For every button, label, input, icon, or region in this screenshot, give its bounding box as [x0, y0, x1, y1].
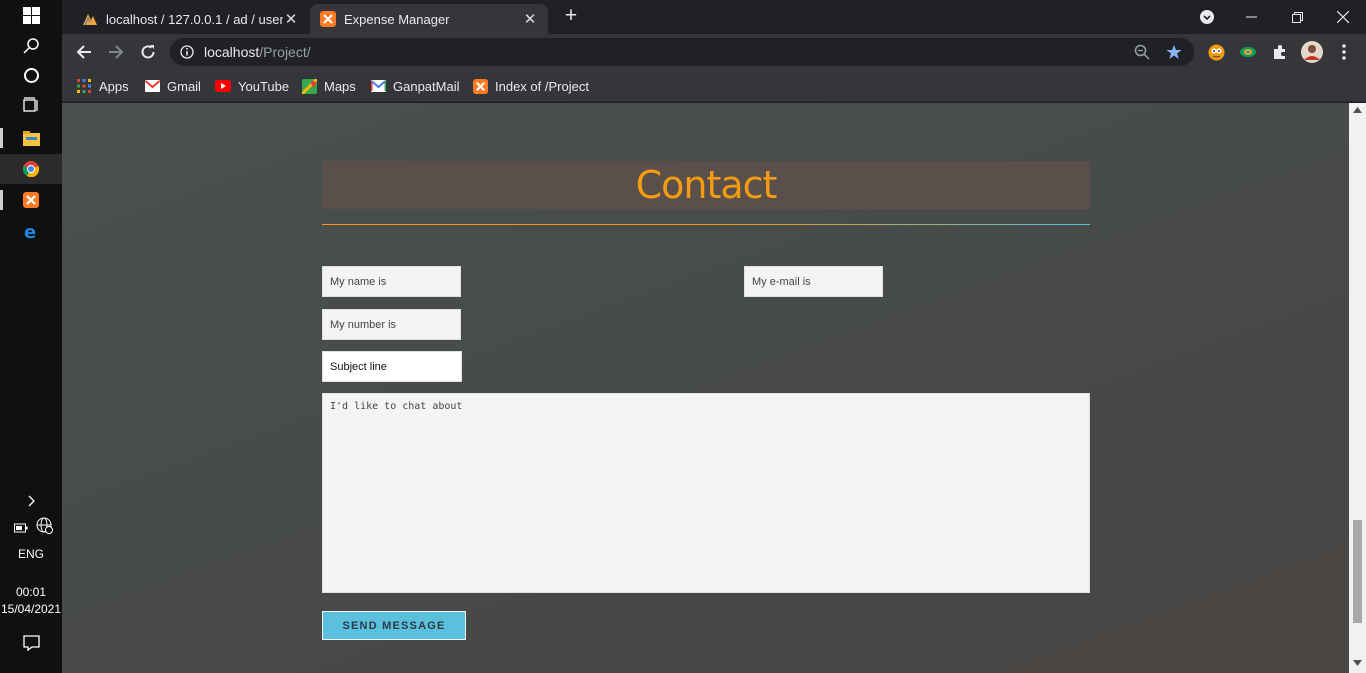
extension-colorful-icon[interactable] — [1238, 42, 1258, 62]
network-globe-icon[interactable] — [36, 517, 53, 539]
contact-header: Contact — [322, 161, 1090, 209]
bookmarks-bar: Apps Gmail YouTube Maps GanpatMail Index… — [62, 70, 1366, 102]
windows-start-icon[interactable] — [0, 0, 62, 30]
close-window-button[interactable] — [1320, 0, 1366, 34]
apps-grid-icon — [76, 78, 92, 94]
url-host: localhost — [204, 44, 260, 60]
close-icon[interactable]: ✕ — [283, 10, 299, 28]
clock-date[interactable]: 15/04/2021 — [0, 602, 62, 616]
task-view-icon[interactable] — [0, 90, 62, 120]
forward-button[interactable] — [104, 40, 128, 64]
subject-input[interactable]: Subject line — [322, 351, 462, 382]
phpmyadmin-icon — [83, 14, 97, 26]
info-icon[interactable] — [180, 45, 194, 59]
search-icon[interactable] — [0, 30, 62, 60]
xampp-icon — [472, 78, 488, 94]
page-viewport: Contact My name is My e-mail is My numbe… — [62, 103, 1349, 673]
bookmark-label: YouTube — [238, 78, 290, 94]
restore-button[interactable] — [1274, 0, 1320, 34]
scroll-up-arrow-icon[interactable] — [1353, 107, 1362, 113]
extensions-puzzle-icon[interactable] — [1270, 42, 1290, 62]
gmail-icon — [144, 78, 160, 94]
bookmark-index-project[interactable]: Index of /Project — [472, 77, 589, 95]
name-input[interactable]: My name is — [322, 266, 461, 297]
minimize-button[interactable] — [1228, 0, 1274, 34]
back-button[interactable] — [72, 40, 96, 64]
tab-phpmyadmin[interactable]: localhost / 127.0.0.1 / ad / user_l ✕ — [72, 4, 309, 34]
tab-expense-manager[interactable]: Expense Manager ✕ — [310, 4, 548, 34]
battery-icon[interactable] — [14, 520, 28, 538]
page-scrollbar[interactable] — [1349, 103, 1366, 673]
bookmark-label: Gmail — [167, 78, 201, 94]
action-center-icon[interactable] — [0, 628, 62, 658]
bookmark-apps[interactable]: Apps — [76, 77, 129, 95]
input-language[interactable]: ENG — [0, 547, 62, 561]
xampp-icon[interactable] — [0, 185, 62, 215]
page-title: Contact — [635, 163, 778, 207]
svg-text:e: e — [24, 223, 36, 240]
gmail-icon — [370, 78, 386, 94]
cortana-icon[interactable] — [0, 60, 62, 90]
edge-icon[interactable]: e — [0, 216, 62, 246]
url-text: localhost/Project/ — [204, 44, 311, 60]
scroll-down-arrow-icon[interactable] — [1353, 660, 1362, 666]
bookmark-ganpatmail[interactable]: GanpatMail — [370, 77, 459, 95]
zoom-out-icon[interactable] — [1134, 44, 1150, 60]
bookmark-label: Maps — [324, 78, 356, 94]
chevron-right-icon[interactable] — [0, 486, 62, 516]
close-icon[interactable]: ✕ — [522, 10, 538, 28]
header-divider — [322, 224, 1090, 225]
clock-time[interactable]: 00:01 — [0, 585, 62, 599]
xampp-icon — [320, 11, 336, 27]
message-textarea[interactable]: I'd like to chat about — [322, 393, 1090, 593]
extension-cartoon-icon[interactable] — [1206, 42, 1226, 62]
tab-title: Expense Manager — [344, 11, 450, 27]
maps-icon — [301, 78, 317, 94]
bookmark-label: Apps — [99, 78, 129, 94]
tab-search-icon[interactable] — [1184, 0, 1230, 34]
bookmark-gmail[interactable]: Gmail — [144, 77, 201, 95]
bookmark-label: Index of /Project — [495, 78, 589, 94]
bookmark-youtube[interactable]: YouTube — [215, 77, 289, 95]
menu-kebab-icon[interactable] — [1334, 42, 1354, 62]
new-tab-button[interactable]: + — [560, 5, 582, 27]
profile-avatar[interactable] — [1300, 40, 1324, 64]
bookmark-star-icon[interactable] — [1166, 44, 1182, 60]
chrome-taskbar-icon[interactable] — [0, 154, 62, 184]
email-input[interactable]: My e-mail is — [744, 266, 883, 297]
send-message-button[interactable]: SEND MESSAGE — [322, 611, 466, 640]
browser-titlebar: localhost / 127.0.0.1 / ad / user_l ✕ Ex… — [62, 0, 1366, 34]
number-input[interactable]: My number is — [322, 309, 461, 340]
address-bar[interactable]: localhost/Project/ — [170, 38, 1194, 66]
tab-title: localhost / 127.0.0.1 / ad / user_l — [106, 11, 283, 27]
bookmark-maps[interactable]: Maps — [301, 77, 356, 95]
youtube-icon — [215, 78, 231, 94]
browser-toolbar: localhost/Project/ — [62, 34, 1366, 70]
url-path: /Project/ — [259, 44, 311, 60]
windows-taskbar: e ENG 00:01 15/04/2021 — [0, 0, 62, 673]
file-explorer-icon[interactable] — [0, 123, 62, 153]
bookmark-label: GanpatMail — [393, 78, 460, 94]
reload-button[interactable] — [136, 40, 160, 64]
scrollbar-thumb[interactable] — [1353, 520, 1362, 623]
